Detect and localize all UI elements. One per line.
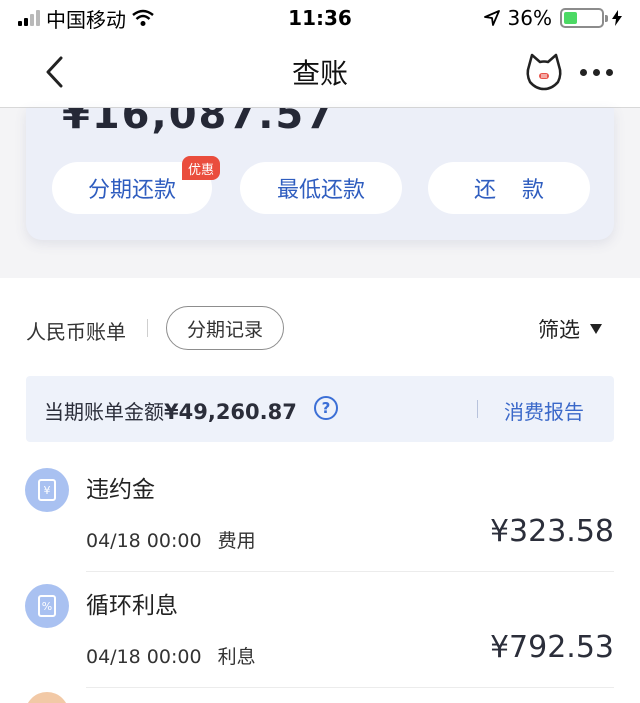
filter-button[interactable]: 筛选 — [538, 314, 602, 344]
row-divider — [86, 687, 614, 688]
bill-amount: ¥16,087.57 — [62, 108, 336, 138]
battery-icon — [560, 8, 608, 28]
statement-summary-text: 当期账单金额 ¥49,260.87 — [44, 396, 297, 425]
transaction-amount: ¥323.58 — [489, 514, 614, 549]
installment-records-button[interactable]: 分期记录 — [166, 306, 284, 350]
status-bar: 中国移动 11:36 36% — [0, 0, 640, 36]
repay-button[interactable]: 还款 — [428, 162, 590, 214]
help-icon[interactable]: ? — [314, 396, 338, 420]
filter-label: 筛选 — [538, 318, 580, 342]
divider — [477, 400, 478, 418]
yen-doc-icon: ¥ — [25, 468, 69, 512]
transaction-amount: ¥792.53 — [489, 630, 614, 665]
transaction-row[interactable]: ¥ 违约金 04/18 00:00 费用 ¥323.58 — [0, 456, 640, 572]
back-button[interactable] — [34, 50, 74, 94]
wifi-icon — [132, 9, 154, 26]
bill-card-area: ¥16,087.57 分期还款 优惠 最低还款 还款 — [0, 108, 640, 278]
mascot-button[interactable] — [524, 52, 564, 92]
charging-icon — [612, 10, 622, 26]
chevron-left-icon — [46, 56, 63, 88]
cat-mascot-icon — [526, 53, 562, 91]
battery-fill — [564, 12, 577, 24]
location-icon — [483, 10, 500, 26]
promo-badge: 优惠 — [182, 156, 221, 180]
percent-doc-icon: % — [25, 584, 69, 628]
status-right: 36% — [483, 6, 622, 30]
signal-icon — [18, 10, 40, 26]
more-icon-dot — [592, 68, 600, 76]
nav-bar: 查账 — [0, 36, 640, 108]
transaction-meta: 04/18 00:00 费用 — [86, 526, 256, 553]
transaction-row[interactable]: % 循环利息 04/18 00:00 利息 ¥792.53 — [0, 572, 640, 688]
statement-amount: ¥49,260.87 — [164, 400, 297, 424]
transaction-category: 费用 — [217, 530, 256, 552]
filter-row: 人民币账单 分期记录 筛选 — [0, 278, 640, 374]
transaction-title: 违约金 — [86, 477, 155, 503]
battery-percent: 36% — [507, 6, 552, 30]
filter-icon — [590, 324, 602, 334]
spending-report-link[interactable]: 消费报告 — [504, 396, 584, 425]
rmb-bill-tab[interactable]: 人民币账单 — [26, 316, 126, 345]
divider — [147, 319, 148, 337]
page-title: 查账 — [291, 56, 348, 90]
minimum-repay-button[interactable]: 最低还款 — [240, 162, 402, 214]
transaction-date: 04/18 00:00 — [86, 646, 202, 668]
transaction-meta: 04/18 00:00 利息 — [86, 642, 256, 669]
statement-summary: 当期账单金额 ¥49,260.87 ? 消费报告 — [26, 376, 614, 442]
status-left: 中国移动 — [18, 4, 154, 33]
bill-card: ¥16,087.57 分期还款 优惠 最低还款 还款 — [26, 108, 614, 240]
transaction-date: 04/18 00:00 — [86, 530, 202, 552]
more-icon-dot — [579, 68, 587, 76]
more-icon-dot — [605, 68, 613, 76]
bill-details-sheet: 人民币账单 分期记录 筛选 当期账单金额 ¥49,260.87 ? 消费报告 ¥… — [0, 278, 640, 703]
carrier-name: 中国移动 — [46, 7, 126, 32]
statement-label: 当期账单金额 — [44, 400, 164, 424]
transaction-title: 循环利息 — [86, 593, 178, 619]
more-button[interactable] — [574, 54, 618, 90]
transaction-category: 利息 — [217, 646, 256, 668]
transaction-icon-partial — [25, 692, 69, 703]
